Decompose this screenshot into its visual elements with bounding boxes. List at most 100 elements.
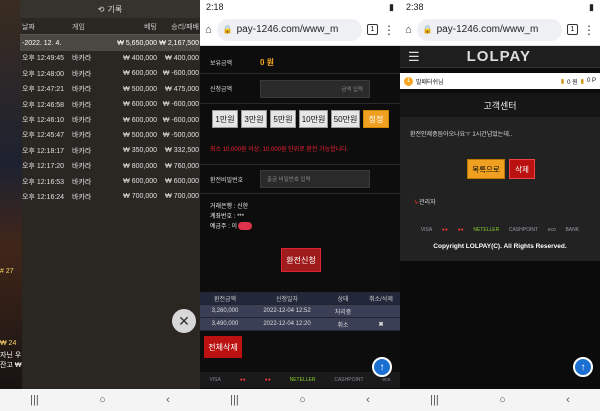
apply-withdraw-button[interactable]: 환전신청 bbox=[281, 248, 321, 272]
home-icon[interactable]: ○ bbox=[499, 394, 506, 406]
android-nav-bar: ||| ○ ‹ bbox=[200, 389, 400, 411]
recent-apps-icon[interactable]: ||| bbox=[30, 394, 39, 406]
neteller-logo: NETELLER bbox=[473, 227, 500, 233]
table-row[interactable]: 오후 12:16:24 바카라 ₩ 700,000 ₩ 700,000 bbox=[20, 189, 200, 204]
amount-label: 신청금액 bbox=[210, 87, 233, 93]
support-title: 고객센터 bbox=[400, 93, 600, 117]
cell-time: 오후 12:48:00 bbox=[22, 70, 65, 78]
pw-input[interactable]: 출금 비밀번호 입력 bbox=[260, 170, 370, 188]
close-button[interactable]: ✕ bbox=[172, 309, 196, 333]
status-time: 2:38 bbox=[406, 2, 424, 12]
delete-row-icon[interactable]: ✖ bbox=[362, 321, 400, 328]
copyright: Copyright LOLPAY(C). All Rights Reserved… bbox=[433, 243, 567, 250]
col-date: 신청일자 bbox=[275, 296, 299, 303]
table-row[interactable]: 오후 12:47:21 바카라 ₩ 500,000 ₩ 475,000 bbox=[20, 82, 200, 97]
bank-name: 거래은행 : 신한 bbox=[210, 204, 249, 210]
support-panel: 고객센터 환전안제중듬아오나요ㅜ 1시간넘었는데.. 목록으로 삭제 ↳관리자 … bbox=[400, 93, 600, 261]
home-icon[interactable]: ○ bbox=[299, 394, 306, 406]
home-icon[interactable]: ⌂ bbox=[405, 24, 412, 36]
arrow-up-icon: ↑ bbox=[379, 361, 385, 373]
back-icon[interactable]: ‹ bbox=[566, 394, 570, 406]
back-icon[interactable]: ‹ bbox=[366, 394, 370, 406]
cell-game: 바카라 bbox=[72, 193, 92, 201]
url-text: pay-1246.com/www_m bbox=[436, 24, 539, 35]
tabs-button[interactable]: 1 bbox=[367, 24, 378, 35]
col-bet: 베팅 bbox=[144, 24, 157, 32]
home-icon[interactable]: ⌂ bbox=[205, 24, 212, 36]
history-icon: ⟲ bbox=[97, 4, 105, 14]
amount-input[interactable]: 금액 입력 bbox=[260, 79, 370, 98]
amount-row: 신청금액 금액 입력 bbox=[200, 74, 400, 104]
user-name[interactable]: 발패터쉬님 bbox=[416, 77, 444, 86]
cell-result: ₩ -600,000 bbox=[162, 101, 199, 109]
delete-all-button[interactable]: 전체삭제 bbox=[204, 336, 242, 358]
cell-time: 오후 12:47:21 bbox=[22, 86, 65, 94]
min-notice: 최소 10,000원 이상, 10,000원 단위로 환전 가능합니다. bbox=[200, 132, 400, 164]
amount-50k-button[interactable]: 5만원 bbox=[270, 110, 296, 128]
recent-apps-icon[interactable]: ||| bbox=[230, 394, 239, 406]
cell-bet: ₩ 600,000 bbox=[123, 101, 157, 109]
neteller-logo: NETELLER bbox=[289, 377, 316, 383]
cell-bet: ₩ 700,000 bbox=[123, 193, 157, 201]
history-title: 기록 bbox=[107, 4, 123, 14]
table-row[interactable]: 오후 12:18:17 바카라 ₩ 350,000 ₩ 332,500 bbox=[20, 143, 200, 158]
cell-game: 바카라 bbox=[72, 101, 92, 109]
status-bar: 2:18 ▮ bbox=[200, 0, 400, 14]
pw-label: 환전비밀번호 bbox=[210, 177, 244, 184]
back-icon[interactable]: ‹ bbox=[166, 394, 170, 406]
list-button[interactable]: 목록으로 bbox=[467, 159, 505, 179]
table-row[interactable]: 오후 12:45:47 바카라 ₩ 500,000 ₩ -500,000 bbox=[20, 128, 200, 143]
table-row[interactable]: 오후 12:46:58 바카라 ₩ 600,000 ₩ -600,000 bbox=[20, 97, 200, 112]
col-amount: 환전금액 bbox=[213, 296, 237, 303]
amount-10k-button[interactable]: 1만원 bbox=[212, 110, 238, 128]
tabs-button[interactable]: 1 bbox=[567, 24, 578, 35]
account-holder: 예금주 : 이 bbox=[210, 222, 400, 232]
cell-game: 바카라 bbox=[72, 178, 92, 186]
cell-game: 바카라 bbox=[72, 163, 92, 171]
table-row[interactable]: 오후 12:46:10 바카라 ₩ 600,000 ₩ -600,000 bbox=[20, 112, 200, 127]
table-row[interactable]: 오후 12:16:53 바카라 ₩ 600,000 ₩ 600,000 bbox=[20, 174, 200, 189]
menu-icon[interactable]: ⋮ bbox=[383, 23, 395, 37]
cell-result: ₩ -600,000 bbox=[162, 70, 199, 78]
battery-icon: ▮ bbox=[589, 1, 594, 12]
table-row[interactable]: 오후 12:17:20 바카라 ₩ 800,000 ₩ 760,000 bbox=[20, 159, 200, 174]
amount-100k-button[interactable]: 10만원 bbox=[299, 110, 328, 128]
url-field[interactable]: 🔒 pay-1246.com/www_m bbox=[416, 18, 562, 41]
cashpoint-logo: CASHPOINT bbox=[334, 377, 364, 383]
cell-bet: ₩ 800,000 bbox=[123, 162, 157, 170]
url-field[interactable]: 🔒 pay-1246.com/www_m bbox=[216, 18, 362, 41]
table-row[interactable]: 오후 12:48:00 바카라 ₩ 600,000 ₩ -600,000 bbox=[20, 66, 200, 81]
pw-row: 환전비밀번호 출금 비밀번호 입력 bbox=[200, 164, 400, 194]
maestro-logo: ●● bbox=[264, 377, 271, 383]
scroll-top-button[interactable]: ↑ bbox=[372, 357, 392, 377]
table-row: 3,490,000 2022-12-04 12:20 취소 ✖ bbox=[200, 318, 400, 331]
amount-30k-button[interactable]: 3만원 bbox=[241, 110, 267, 128]
date-group-row[interactable]: -2022. 12. 4. ₩ 5,650,000 ₩ 2,167,500 bbox=[20, 35, 200, 51]
delete-button[interactable]: 삭제 bbox=[509, 159, 535, 179]
col-status: 상태 bbox=[337, 296, 349, 303]
recent-apps-icon[interactable]: ||| bbox=[430, 394, 439, 406]
admin-reply: ↳관리자 bbox=[414, 197, 436, 206]
cell-result: ₩ -600,000 bbox=[162, 116, 199, 124]
site-logo[interactable]: LOLPAY bbox=[420, 48, 578, 65]
cell-game: 바카라 bbox=[72, 55, 92, 63]
hamburger-icon[interactable]: ☰ bbox=[408, 49, 420, 65]
lock-icon: 🔒 bbox=[422, 25, 433, 34]
coin-icon: ▮ bbox=[560, 78, 565, 85]
reset-button[interactable]: 정정 bbox=[363, 110, 389, 128]
table-row[interactable]: 오후 12:49:45 바카라 ₩ 400,000 ₩ 400,000 bbox=[20, 51, 200, 66]
amount-500k-button[interactable]: 50만원 bbox=[331, 110, 360, 128]
url-text: pay-1246.com/www_m bbox=[236, 24, 339, 35]
home-icon[interactable]: ○ bbox=[99, 394, 106, 406]
maestro-logo: ●● bbox=[457, 227, 464, 233]
side-fragment: # 27 bbox=[0, 268, 14, 275]
status-bar: 2:38 ▮ bbox=[400, 0, 600, 14]
site-header: ☰ LOLPAY bbox=[400, 46, 600, 68]
menu-icon[interactable]: ⋮ bbox=[583, 23, 595, 37]
cell-game: 바카라 bbox=[72, 117, 92, 125]
cell-result: ₩ 332,500 bbox=[165, 147, 199, 155]
scroll-top-button[interactable]: ↑ bbox=[573, 357, 593, 377]
date-group-bet: ₩ 5,650,000 bbox=[117, 39, 157, 47]
visa-logo: VISA bbox=[209, 377, 221, 383]
cell-bet: ₩ 600,000 bbox=[123, 116, 157, 124]
